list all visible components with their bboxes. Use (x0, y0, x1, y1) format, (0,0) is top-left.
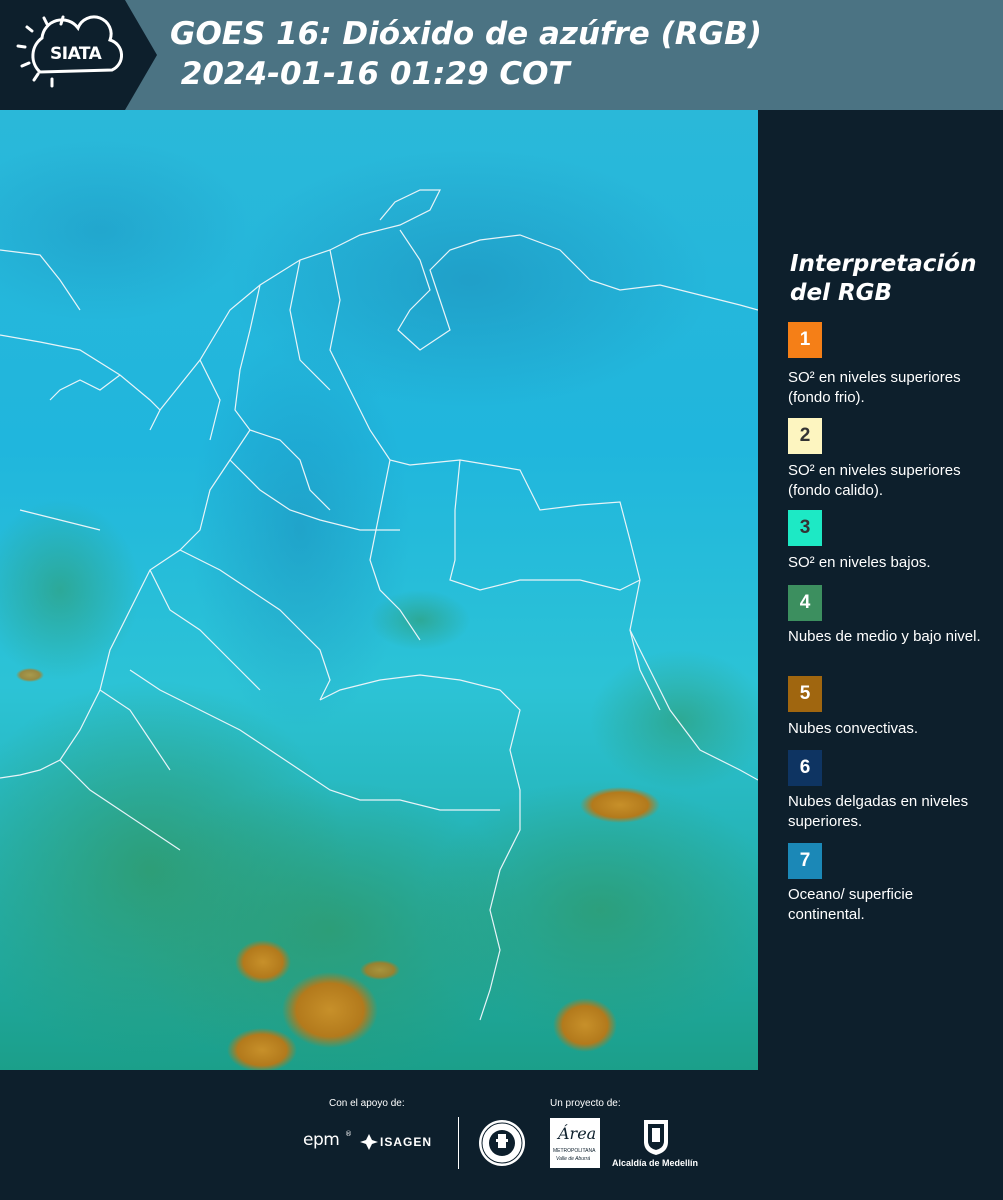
epm-logo: epm (303, 1130, 340, 1150)
legend-swatch-1: 1 (788, 322, 822, 358)
legend-swatch-4: 4 (788, 585, 822, 621)
legend-swatch-2: 2 (788, 418, 822, 454)
page-title: GOES 16: Dióxido de azúfre (RGB) 2024-01… (170, 16, 762, 92)
legend-swatch-6: 6 (788, 750, 822, 786)
legend-title: Interpretación del RGB (790, 251, 977, 306)
siata-logo: SIATA (0, 0, 157, 110)
isagen-icon (360, 1134, 378, 1155)
alcaldia-shield-icon (642, 1118, 670, 1161)
legend-text-2: SO² en niveles superiores (fondo calido)… (788, 462, 961, 499)
support-label: Con el apoyo de: (329, 1098, 405, 1109)
medellin-seal-logo (478, 1119, 526, 1172)
project-label: Un proyecto de: (550, 1098, 621, 1109)
legend-text-5: Nubes convectivas. (788, 720, 919, 737)
area-metropolitana-logo: Área METROPOLITANA Valle de Aburrá (550, 1118, 600, 1168)
header-bar: SIATA GOES 16: Dióxido de azúfre (RGB) 2… (0, 0, 1003, 110)
legend-text-7: Oceano/ superficie continental. (788, 886, 914, 923)
isagen-logo: ISAGEN (380, 1135, 433, 1149)
satellite-map (0, 110, 758, 1070)
alcaldia-logo-text: Alcaldía de Medellín (612, 1158, 699, 1168)
legend-text-4: Nubes de medio y bajo nivel. (788, 628, 981, 645)
footer-divider (458, 1117, 459, 1169)
legend-swatch-7: 7 (788, 843, 822, 879)
legend-swatch-5: 5 (788, 676, 822, 712)
legend-text-1: SO² en niveles superiores (fondo frio). (788, 369, 961, 406)
legend-text-6: Nubes delgadas en niveles superiores. (788, 793, 969, 830)
epm-registered-icon: ® (345, 1130, 352, 1138)
legend-swatch-3: 3 (788, 510, 822, 546)
legend-text-3: SO² en niveles bajos. (788, 554, 931, 571)
siata-logo-text: SIATA (50, 44, 102, 64)
